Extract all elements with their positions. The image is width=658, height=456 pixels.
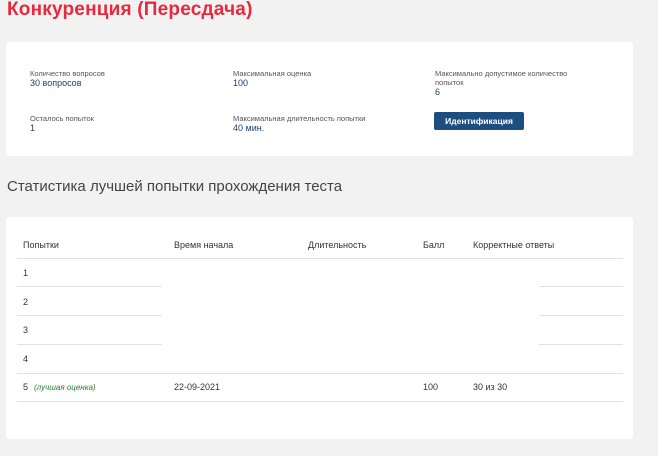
table-row-best: 5 (лучшая оценка) [23, 382, 96, 392]
max-duration-label: Максимальная длительность попытки [233, 114, 366, 123]
column-header-attempts: Попытки [23, 240, 59, 250]
row-divider [17, 315, 162, 316]
table-cell-start-time: 22-09-2021 [174, 382, 221, 392]
identification-button[interactable]: Идентификация [434, 112, 524, 130]
table-cell-score: 100 [423, 382, 439, 392]
remaining-attempts-label: Осталось попыток [30, 114, 94, 123]
table-row-attempt: 3 [23, 325, 29, 335]
row-divider [539, 344, 623, 345]
max-duration-value: 40 мин. [233, 123, 265, 133]
max-attempts-value: 6 [435, 87, 441, 97]
best-score-note: (лучшая оценка) [34, 383, 96, 392]
remaining-attempts-value: 1 [30, 123, 36, 133]
max-score-field: Максимальная оценка 100 [233, 69, 423, 88]
table-cell-correct: 30 из 30 [473, 382, 508, 392]
row-divider [539, 286, 623, 287]
row-divider [17, 286, 162, 287]
row-divider [17, 344, 162, 345]
max-attempts-field: Максимально допустимое количество попыто… [435, 69, 595, 97]
row-divider [17, 401, 623, 402]
attempts-table: Попытки Время начала Длительность Балл К… [6, 217, 633, 439]
page-title: Конкуренция (Пересдача) [7, 0, 253, 20]
questions-count-label: Количество вопросов [30, 69, 105, 78]
questions-count-field: Количество вопросов 30 вопросов [30, 69, 220, 88]
table-row-attempt: 4 [23, 354, 29, 364]
table-row-attempt: 5 [23, 382, 29, 392]
column-header-duration: Длительность [308, 240, 367, 250]
row-divider [17, 373, 623, 374]
questions-count-value: 30 вопросов [30, 78, 82, 88]
column-header-correct-answers: Корректные ответы [473, 240, 555, 250]
stats-section-title: Статистика лучшей попытки прохождения те… [7, 178, 343, 195]
column-header-start-time: Время начала [174, 240, 234, 250]
max-attempts-label: Максимально допустимое количество попыто… [435, 69, 568, 87]
max-score-value: 100 [233, 78, 249, 88]
table-row-attempt: 2 [23, 297, 29, 307]
table-row-attempt: 1 [23, 268, 29, 278]
remaining-attempts-field: Осталось попыток 1 [30, 114, 220, 133]
max-duration-field: Максимальная длительность попытки 40 мин… [233, 114, 423, 133]
row-divider [539, 315, 623, 316]
test-info-card: Количество вопросов 30 вопросов Максимал… [6, 42, 633, 156]
max-score-label: Максимальная оценка [233, 69, 312, 78]
column-header-score: Балл [423, 240, 445, 250]
header-divider [17, 258, 623, 259]
